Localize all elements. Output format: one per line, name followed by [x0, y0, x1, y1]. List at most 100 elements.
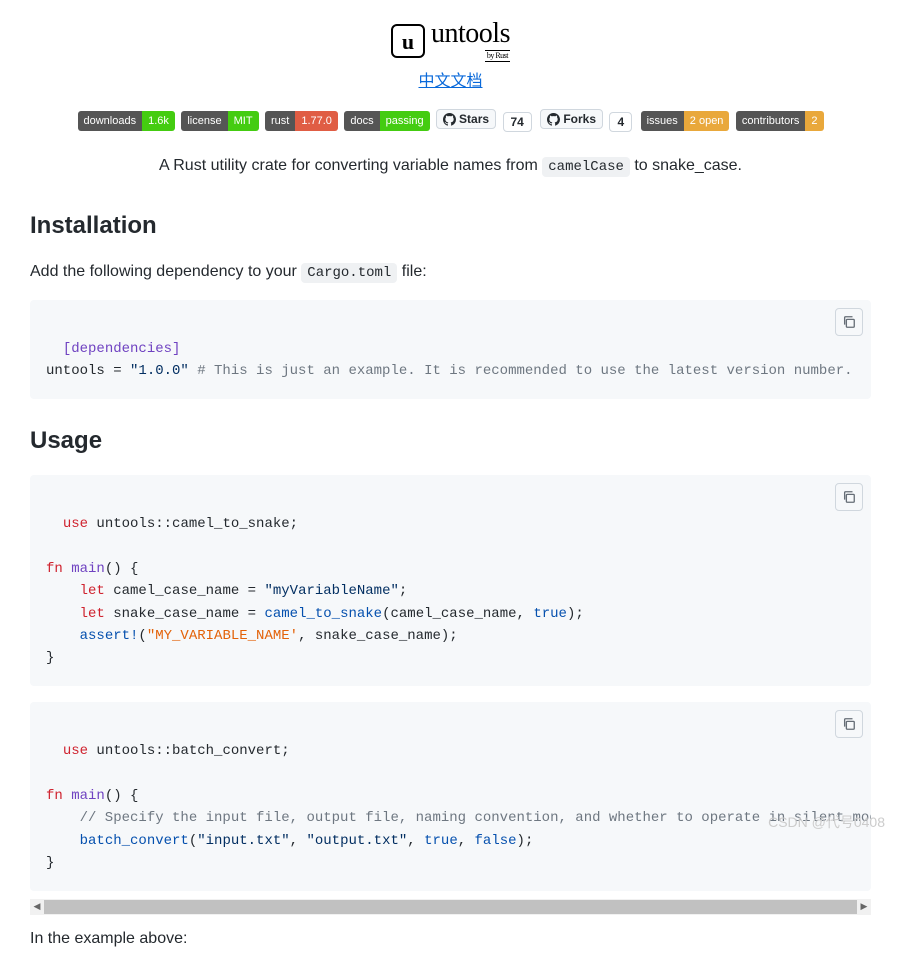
- badge-value: 2: [805, 111, 823, 131]
- badge-label: Forks: [563, 110, 596, 128]
- code-token: [63, 561, 71, 577]
- code-token: untools::batch_convert;: [88, 743, 290, 759]
- badge-value: 2 open: [684, 111, 730, 131]
- copy-button[interactable]: [835, 710, 863, 738]
- code-token: [46, 583, 80, 599]
- code-token: use: [63, 743, 88, 759]
- copy-icon: [842, 717, 856, 731]
- code-token: }: [46, 650, 54, 666]
- installation-code-block: [dependencies] untools = "1.0.0" # This …: [30, 300, 871, 399]
- header: u untools by Rust 中文文档: [30, 20, 871, 94]
- forks-badge[interactable]: Forks: [540, 109, 603, 129]
- rust-badge[interactable]: rust 1.77.0: [265, 111, 338, 131]
- badge-value: passing: [380, 111, 430, 131]
- copy-icon: [842, 490, 856, 504]
- code-token: false: [475, 833, 517, 849]
- installation-desc: Add the following dependency to your Car…: [30, 260, 871, 284]
- code-token: ,: [290, 833, 307, 849]
- code-token: true: [533, 606, 567, 622]
- logo-text: untools by Rust: [431, 20, 510, 62]
- badge-value: 1.6k: [142, 111, 175, 131]
- desc-code: Cargo.toml: [301, 263, 397, 283]
- code-token: fn: [46, 561, 63, 577]
- badge-label: contributors: [736, 111, 805, 131]
- code-token: // Specify the input file, output file, …: [46, 810, 871, 826]
- code-token: let: [80, 583, 105, 599]
- code-token: let: [80, 606, 105, 622]
- badge-value: MIT: [228, 111, 259, 131]
- logo-subtitle: by Rust: [485, 50, 510, 62]
- code-token: [46, 833, 80, 849]
- code-token: "1.0.0": [130, 363, 189, 379]
- tagline-pre: A Rust utility crate for converting vari…: [159, 157, 542, 174]
- code-token: "myVariableName": [264, 583, 398, 599]
- code-token: fn: [46, 788, 63, 804]
- scrollbar-thumb[interactable]: [44, 900, 857, 914]
- code-token: assert!: [80, 628, 139, 644]
- badge-label: issues: [641, 111, 684, 131]
- forks-count[interactable]: 4: [609, 112, 632, 132]
- usage-code-block-2: use untools::batch_convert; fn main() { …: [30, 702, 871, 891]
- code-token: () {: [105, 788, 139, 804]
- code-token: # This is just an example. It is recomme…: [189, 363, 853, 379]
- code-token: [dependencies]: [63, 341, 181, 357]
- code-token: main: [71, 561, 105, 577]
- code-token: [46, 628, 80, 644]
- copy-button[interactable]: [835, 308, 863, 336]
- badge-label: license: [181, 111, 227, 131]
- code-token: snake_case_name =: [105, 606, 265, 622]
- horizontal-scrollbar[interactable]: ◀ ▶: [30, 899, 871, 915]
- copy-button[interactable]: [835, 483, 863, 511]
- badge-label: downloads: [78, 111, 143, 131]
- docs-badge[interactable]: docs passing: [344, 111, 429, 131]
- logo: u untools by Rust: [391, 20, 510, 62]
- usage-code-block-1: use untools::camel_to_snake; fn main() {…: [30, 475, 871, 686]
- code-token: "MY_VARIABLE_NAME': [147, 628, 298, 644]
- code-token: "input.txt": [197, 833, 289, 849]
- code-token: (: [138, 628, 146, 644]
- code-token: camel_to_snake: [264, 606, 382, 622]
- footer-line: In the example above:: [30, 927, 871, 951]
- stars-badge[interactable]: Stars: [436, 109, 496, 129]
- stars-count[interactable]: 74: [503, 112, 532, 132]
- downloads-badge[interactable]: downloads 1.6k: [78, 111, 175, 131]
- code-token: camel_case_name =: [105, 583, 265, 599]
- badge-label: rust: [265, 111, 295, 131]
- chinese-docs-link[interactable]: 中文文档: [418, 73, 482, 90]
- tagline-code: camelCase: [542, 157, 630, 177]
- scrollbar-right-arrow-icon[interactable]: ▶: [857, 899, 871, 915]
- code-token: use: [63, 516, 88, 532]
- tagline-post: to snake_case.: [634, 157, 742, 174]
- desc-pre: Add the following dependency to your: [30, 263, 301, 280]
- scrollbar-left-arrow-icon[interactable]: ◀: [30, 899, 44, 915]
- watermark: CSDN @代号0408: [768, 812, 885, 833]
- installation-heading: Installation: [30, 208, 871, 244]
- code-token: [46, 606, 80, 622]
- github-icon: [547, 113, 560, 126]
- desc-post: file:: [402, 263, 427, 280]
- tagline: A Rust utility crate for converting vari…: [30, 154, 871, 178]
- license-badge[interactable]: license MIT: [181, 111, 258, 131]
- code-token: untools =: [46, 363, 130, 379]
- code-token: ,: [407, 833, 424, 849]
- code-token: [63, 788, 71, 804]
- logo-name: untools: [431, 20, 510, 48]
- usage-heading: Usage: [30, 423, 871, 459]
- code-token: ,: [458, 833, 475, 849]
- code-token: );: [517, 833, 534, 849]
- code-token: "output.txt": [306, 833, 407, 849]
- code-token: ;: [399, 583, 407, 599]
- code-token: batch_convert: [80, 833, 189, 849]
- github-icon: [443, 113, 456, 126]
- logo-icon: u: [391, 24, 425, 58]
- badge-label: docs: [344, 111, 379, 131]
- code-token: }: [46, 855, 54, 871]
- badge-value: 1.77.0: [295, 111, 338, 131]
- code-token: (: [189, 833, 197, 849]
- code-token: () {: [105, 561, 139, 577]
- contributors-badge[interactable]: contributors 2: [736, 111, 824, 131]
- code-token: , snake_case_name);: [298, 628, 458, 644]
- badge-label: Stars: [459, 110, 489, 128]
- issues-badge[interactable]: issues 2 open: [641, 111, 730, 131]
- badge-row: downloads 1.6k license MIT rust 1.77.0 d…: [30, 109, 871, 134]
